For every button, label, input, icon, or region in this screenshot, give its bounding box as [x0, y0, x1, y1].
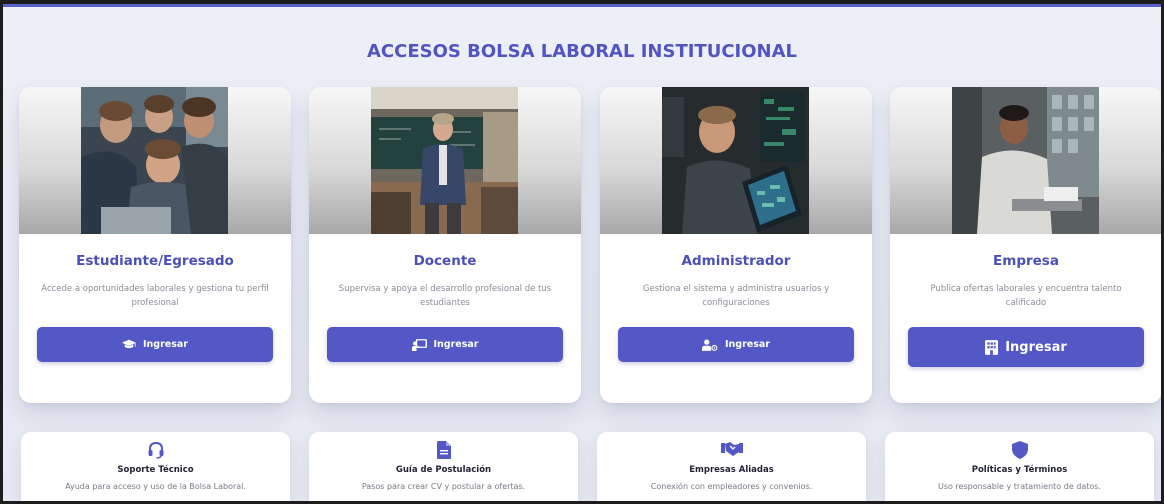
info-card-description: Uso responsable y tratamiento de datos.: [937, 482, 1102, 491]
role-title: Empresa: [993, 253, 1059, 269]
info-card-title: Guía de Postulación: [395, 465, 492, 475]
role-card-administrador: Administrador Gestiona el sistema y admi…: [600, 87, 872, 403]
button-label: Ingresar: [1005, 339, 1067, 355]
info-card-empresas[interactable]: Empresas Aliadas Conexión con empleadore…: [597, 432, 866, 501]
role-description: Supervisa y apoya el desarrollo profesio…: [338, 284, 552, 308]
ingresar-estudiante-button[interactable]: Ingresar: [37, 327, 273, 362]
role-description: Publica ofertas laborales y encuentra ta…: [930, 284, 1122, 308]
button-label: Ingresar: [143, 339, 188, 350]
chalkboard-teacher-icon: [411, 338, 427, 351]
info-card-description: Pasos para crear CV y postular a ofertas…: [361, 482, 526, 491]
info-card-politicas[interactable]: Políticas y Términos Uso responsable y t…: [885, 432, 1154, 501]
students-photo: [81, 87, 228, 234]
role-title: Administrador: [681, 253, 791, 269]
info-card-description: Conexión con empleadores y convenios.: [650, 482, 813, 491]
building-icon: [985, 339, 999, 355]
info-card-title: Soporte Técnico: [117, 465, 194, 475]
page-title: ACCESOS BOLSA LABORAL INSTITUCIONAL: [366, 41, 797, 62]
role-title: Estudiante/Egresado: [76, 253, 234, 269]
ingresar-docente-button[interactable]: Ingresar: [327, 327, 563, 362]
role-card-estudiante: Estudiante/Egresado Accede a oportunidad…: [19, 87, 291, 403]
role-card-empresa: Empresa Publica ofertas laborales y encu…: [890, 87, 1161, 403]
role-title: Docente: [413, 253, 477, 269]
role-description: Gestiona el sistema y administra usuario…: [642, 284, 830, 308]
document-icon: [309, 441, 578, 459]
ingresar-empresa-button[interactable]: Ingresar: [908, 327, 1144, 367]
handshake-icon: [597, 441, 866, 457]
info-card-soporte[interactable]: Soporte Técnico Ayuda para acceso y uso …: [21, 432, 290, 501]
button-label: Ingresar: [433, 339, 479, 350]
role-card-docente: Docente Supervisa y apoya el desarrollo …: [309, 87, 581, 403]
teacher-photo: [371, 87, 518, 234]
user-gear-icon: [702, 338, 718, 351]
graduation-cap-icon: [122, 339, 136, 350]
page-frame: ACCESOS BOLSA LABORAL INSTITUCIONAL Estu…: [0, 0, 1164, 504]
headset-icon: [21, 441, 290, 459]
button-label: Ingresar: [725, 339, 770, 350]
info-card-title: Empresas Aliadas: [689, 465, 774, 475]
role-description: Accede a oportunidades laborales y gesti…: [41, 284, 269, 308]
shield-icon: [885, 441, 1154, 459]
company-photo: [952, 87, 1099, 234]
info-card-title: Políticas y Términos: [971, 465, 1068, 475]
info-card-guia[interactable]: Guía de Postulación Pasos para crear CV …: [309, 432, 578, 501]
info-card-description: Ayuda para acceso y uso de la Bolsa Labo…: [65, 482, 246, 491]
ingresar-administrador-button[interactable]: Ingresar: [618, 327, 854, 362]
administrator-photo: [662, 87, 809, 234]
